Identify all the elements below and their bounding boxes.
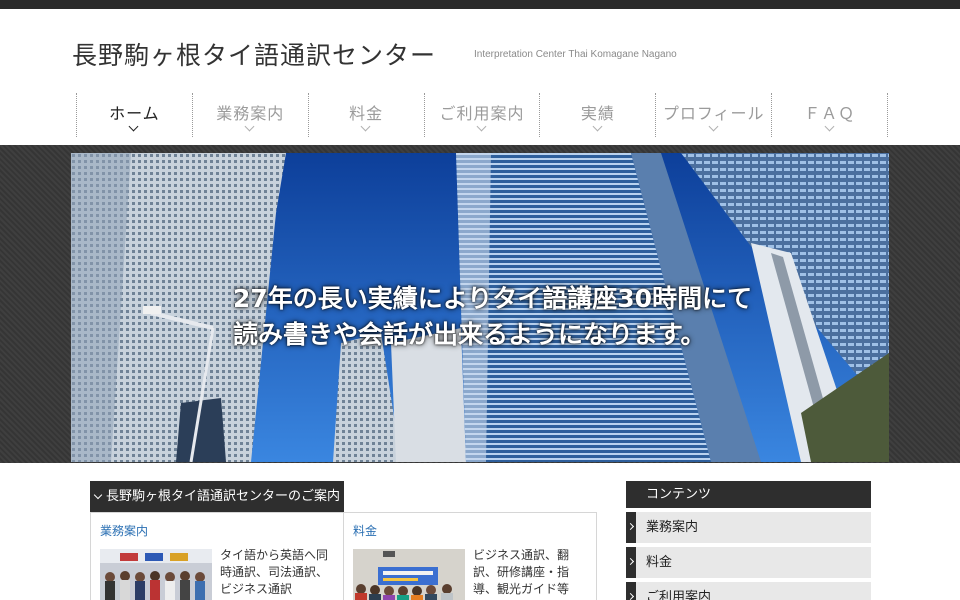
nav-item-usage-guide[interactable]: ご利用案内 (423, 93, 540, 137)
nav-item-label: ＦＡＱ (804, 104, 856, 123)
sidebar-item-label: 業務案内 (646, 520, 699, 535)
nav-item-label: プロフィール (662, 104, 765, 123)
nav-item-label: 実績 (580, 104, 615, 123)
panel-description: ビジネス通訳、翻訳、研修講座・指導、観光ガイド等 (473, 548, 570, 596)
meeting-photo-image (353, 549, 465, 600)
group-photo-image (100, 549, 212, 600)
site-subtitle: Interpretation Center Thai Komagane Naga… (474, 49, 677, 60)
nav-item-achievements[interactable]: 実績 (539, 93, 655, 137)
sidebar-heading: コンテンツ (626, 481, 871, 508)
intro-section-heading: 長野駒ヶ根タイ語通訳センターのご案内 (90, 481, 344, 513)
site-title[interactable]: 長野駒ヶ根タイ語通訳センター (72, 36, 436, 72)
panel-services: 業務案内 タイ語から英語へ同時通訳、司法通訳、ビジネス通訳 (91, 513, 343, 600)
sidebar: コンテンツ 業務案内 料金 ご利用案内 (626, 481, 871, 600)
chevron-right-icon (626, 592, 635, 600)
top-bar (0, 0, 960, 9)
nav-item-pricing[interactable]: 料金 (307, 93, 424, 137)
hero-line-2: 読み書きや会話が出来るようになります。 (233, 320, 706, 349)
sidebar-item-usage-guide[interactable]: ご利用案内 (626, 582, 871, 600)
sidebar-item-services[interactable]: 業務案内 (626, 512, 871, 543)
panel-title-link[interactable]: 料金 (353, 522, 377, 539)
nav-item-services[interactable]: 業務案内 (191, 93, 308, 137)
nav-item-label: ご利用案内 (439, 104, 525, 123)
chevron-right-icon (626, 522, 635, 531)
nav-item-home[interactable]: ホーム (76, 93, 192, 137)
hero-message: 27年の長い実績によりタイ語講座30時間にて 読み書きや会話が出来るようになりま… (233, 281, 853, 353)
services-photo[interactable] (100, 549, 212, 600)
chevron-right-icon (626, 557, 635, 566)
sidebar-item-pricing[interactable]: 料金 (626, 547, 871, 578)
main-nav: ホーム 業務案内 料金 ご利用案内 実績 プロフィール ＦＡＱ (76, 93, 889, 137)
pricing-photo[interactable] (353, 549, 465, 600)
nav-item-label: 業務案内 (216, 104, 285, 123)
nav-item-faq[interactable]: ＦＡＱ (771, 93, 889, 137)
nav-item-label: ホーム (109, 104, 160, 123)
nav-item-profile[interactable]: プロフィール (655, 93, 771, 137)
panel-title-link[interactable]: 業務案内 (100, 522, 148, 539)
panel-pricing: 料金 ビジネス通訳、翻訳、研修講座・指導、観光ガイド等 (343, 513, 596, 600)
panel-description: タイ語から英語へ同時通訳、司法通訳、ビジネス通訳 (220, 548, 329, 596)
intro-panels: 業務案内 タイ語から英語へ同時通訳、司法通訳、ビジネス通訳 料金 ビジネス通訳、… (90, 512, 597, 600)
nav-item-label: 料金 (349, 104, 384, 123)
hero-line-1: 27年の長い実績によりタイ語講座30時間にて (233, 284, 753, 313)
chevron-down-icon (93, 490, 103, 500)
intro-section-heading-text: 長野駒ヶ根タイ語通訳センターのご案内 (106, 489, 341, 504)
sidebar-item-label: ご利用案内 (646, 590, 712, 600)
hero-banner: 27年の長い実績によりタイ語講座30時間にて 読み書きや会話が出来るようになりま… (71, 153, 889, 462)
sidebar-item-label: 料金 (646, 555, 673, 570)
